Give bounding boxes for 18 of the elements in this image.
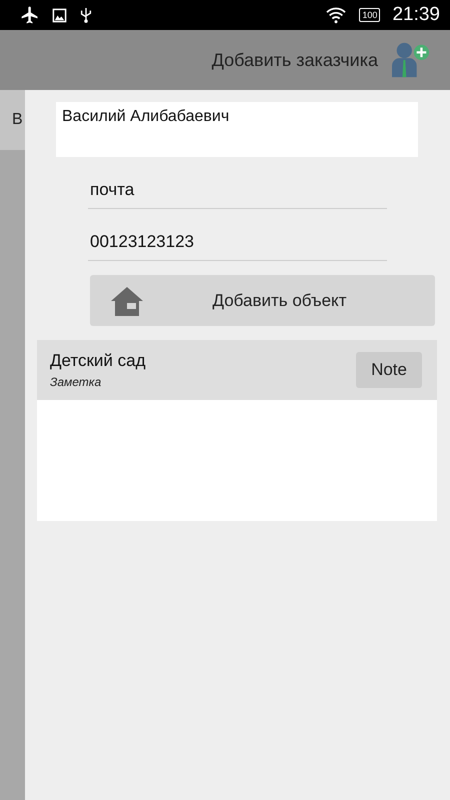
phone-field[interactable]: 00123123123 <box>88 225 387 261</box>
clock: 21:39 <box>392 4 440 26</box>
name-field[interactable]: Василий Алибабаевич <box>56 102 418 157</box>
add-customer-button[interactable]: Добавить заказчика <box>212 41 432 79</box>
add-object-button[interactable]: Добавить объект <box>90 275 435 326</box>
email-field[interactable]: почта <box>88 173 387 209</box>
object-note: Заметка <box>50 375 102 389</box>
person-add-icon <box>390 41 432 79</box>
tab-label: В <box>11 111 23 129</box>
airplane-icon <box>20 5 40 25</box>
wifi-icon <box>325 6 348 24</box>
house-icon <box>110 286 144 316</box>
object-item[interactable]: Детский сад Заметка Note <box>37 340 437 400</box>
object-title: Детский сад <box>50 351 146 371</box>
usb-icon <box>79 6 93 24</box>
note-button[interactable]: Note <box>356 352 422 388</box>
battery-indicator: 100 <box>359 8 380 22</box>
image-icon <box>52 8 67 22</box>
